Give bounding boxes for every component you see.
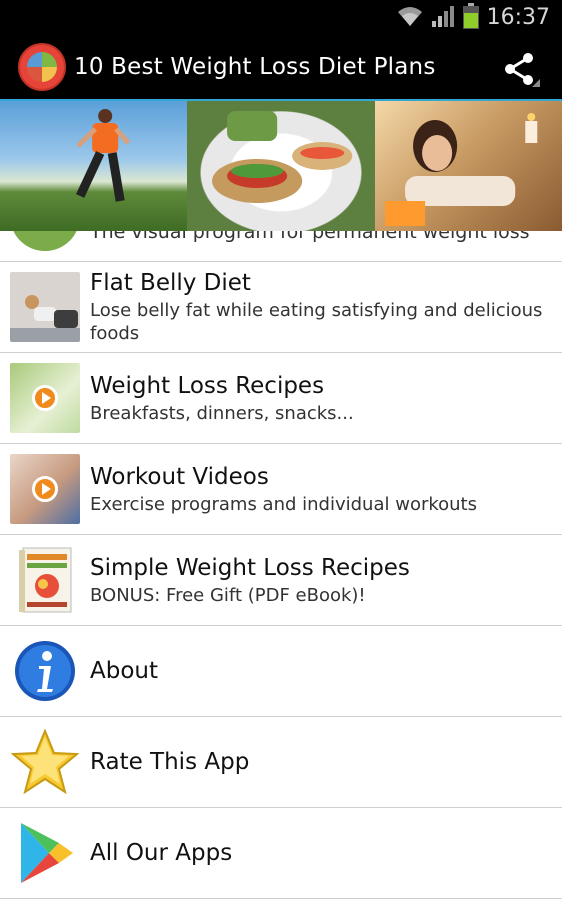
wifi-icon [397,4,423,32]
header-banner [0,101,562,231]
list-item-workout-videos[interactable]: Workout Videos Exercise programs and ind… [0,444,562,535]
list-item-title: Simple Weight Loss Recipes [90,554,410,581]
list-item-title: Workout Videos [90,463,269,490]
list-item-title: Rate This App [90,749,250,775]
battery-icon [462,2,479,33]
list-item-subtitle: Lose belly fat while eating satisfying a… [90,300,543,344]
list-item-subtitle: Exercise programs and individual workout… [90,493,477,515]
spa-photo [374,101,562,231]
woman-crunch-photo-icon [10,272,80,342]
list-item-rate-this-app[interactable]: Rate This App [0,717,562,808]
app-logo-icon[interactable] [18,43,66,91]
list-item-subtitle: The visual program for permanent weight … [90,231,530,243]
food-video-thumbnail-icon [10,363,80,433]
list-item-title: Flat Belly Diet [90,270,251,296]
runner-photo [0,101,188,231]
workout-video-thumbnail-icon [10,454,80,524]
list-item-subtitle: BONUS: Free Gift (PDF eBook)! [90,584,366,606]
food-wraps-photo [187,101,375,231]
status-bar: 16:37 [0,0,562,35]
action-bar: 10 Best Weight Loss Diet Plans [0,35,562,101]
clock: 16:37 [486,5,550,30]
list-item-all-our-apps[interactable]: All Our Apps [0,808,562,899]
play-icon [32,476,58,502]
info-icon [10,636,80,706]
ebook-cover-icon [10,545,80,615]
play-store-icon [10,818,80,888]
list-item-about[interactable]: About [0,626,562,717]
list-item-subtitle: Breakfasts, dinners, snacks... [90,402,354,424]
list-item-thumbnail [10,231,80,251]
signal-icon [431,4,455,32]
list-item-title: About [90,658,159,684]
list-item-partial[interactable]: The visual program for permanent weight … [0,231,562,262]
list-item-title: All Our Apps [90,840,233,866]
play-icon [32,385,58,411]
star-icon [10,727,80,797]
app-title: 10 Best Weight Loss Diet Plans [74,54,436,80]
list-item-title: Weight Loss Recipes [90,372,325,399]
list-item-simple-weight-loss-recipes[interactable]: Simple Weight Loss Recipes BONUS: Free G… [0,535,562,626]
list-item-weight-loss-recipes[interactable]: Weight Loss Recipes Breakfasts, dinners,… [0,353,562,444]
share-icon[interactable] [502,51,540,91]
list-item-flat-belly-diet[interactable]: Flat Belly Diet Lose belly fat while eat… [0,262,562,353]
